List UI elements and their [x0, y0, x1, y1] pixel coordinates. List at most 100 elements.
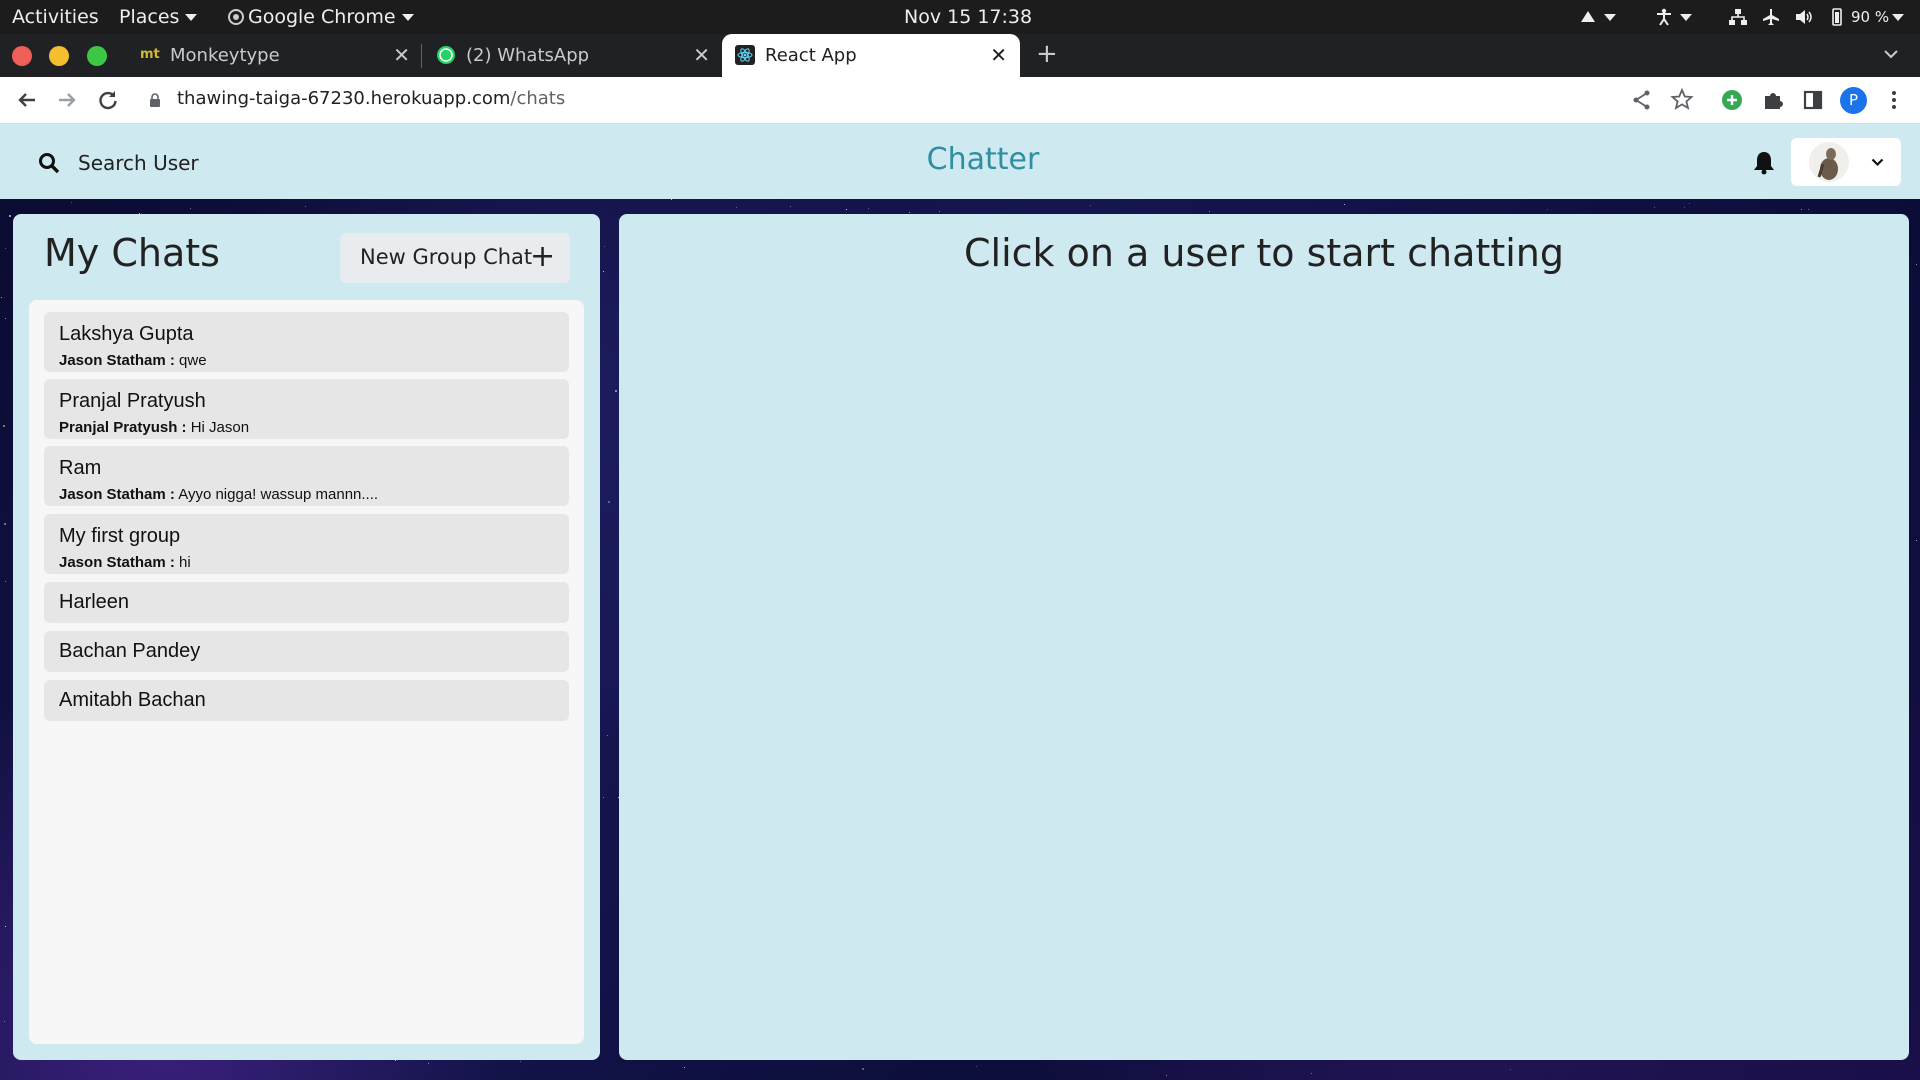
star-dot [5, 318, 6, 319]
close-icon[interactable]: ✕ [393, 43, 410, 67]
chat-last-sender: Jason Statham : [59, 352, 175, 369]
star-dot [790, 206, 791, 207]
star-dot [615, 390, 617, 392]
chat-last-message: Jason Statham : qwe [59, 352, 207, 369]
address-bar[interactable]: thawing-taiga-67230.herokuapp.com/chats [177, 88, 565, 109]
extensions-puzzle-icon[interactable] [1759, 86, 1787, 114]
system-top-bar: Activities Places Google Chrome Nov 15 1… [0, 0, 1920, 34]
clock[interactable]: Nov 15 17:38 [904, 0, 1032, 34]
chat-list: Lakshya Gupta Jason Statham : qwe Pranja… [29, 300, 584, 1044]
new-tab-icon[interactable]: + [1036, 39, 1058, 69]
bookmark-star-icon[interactable] [1668, 86, 1696, 114]
tab-title: React App [765, 45, 857, 66]
chat-last-message: Jason Statham : hi [59, 554, 191, 571]
star-dot [1916, 540, 1917, 541]
browser-toolbar: thawing-taiga-67230.herokuapp.com/chats … [0, 77, 1920, 124]
window-close-button[interactable] [12, 46, 32, 66]
chat-name: My first group [59, 525, 181, 547]
forward-arrow-icon[interactable] [53, 86, 81, 114]
chat-item[interactable]: My first group Jason Statham : hi [44, 514, 569, 574]
lock-icon[interactable] [149, 93, 161, 108]
kebab-menu-icon[interactable] [1880, 86, 1908, 114]
star-dot [862, 1068, 864, 1070]
chat-last-message: Jason Statham : Ayyo nigga! wassup mannn… [59, 486, 378, 503]
star-dot [3, 425, 5, 427]
notification-bell-icon[interactable] [1753, 150, 1775, 175]
close-icon[interactable]: ✕ [693, 43, 710, 67]
app-menu[interactable]: Google Chrome [228, 0, 414, 34]
star-dot [909, 212, 910, 213]
chat-item[interactable]: Amitabh Bachan [44, 680, 569, 721]
url-host: thawing-taiga-67230.herokuapp.com [177, 88, 511, 109]
page-background: Search User Chatter My Chats New Group C… [0, 124, 1920, 1080]
star-dot [603, 797, 604, 798]
wired-network-icon[interactable] [1728, 8, 1748, 26]
profile-menu-button[interactable] [1791, 138, 1901, 186]
chevron-down-icon[interactable] [1604, 14, 1616, 21]
active-tab-content: React App ✕ [735, 34, 1007, 77]
star-dot [604, 246, 605, 247]
volume-icon[interactable] [1794, 8, 1814, 26]
chat-item[interactable]: Bachan Pandey [44, 631, 569, 672]
chat-item[interactable]: Harleen [44, 582, 569, 623]
extension-plus-icon[interactable] [1718, 86, 1746, 114]
new-group-chat-button[interactable]: New Group Chat + [340, 233, 570, 283]
activities-button[interactable]: Activities [12, 0, 99, 34]
profile-avatar[interactable]: P [1840, 87, 1867, 114]
star-dot [1684, 207, 1685, 208]
accessibility-icon[interactable] [1654, 8, 1674, 26]
battery-icon[interactable] [1827, 8, 1847, 26]
chevron-down-icon[interactable] [1680, 14, 1692, 21]
star-dot [736, 207, 737, 208]
star-dot [607, 735, 608, 736]
avatar [1809, 142, 1849, 182]
chat-area: Click on a user to start chatting [619, 214, 1909, 1060]
tab-react-app[interactable]: React App ✕ [722, 34, 1020, 77]
reload-icon[interactable] [94, 86, 122, 114]
app-header: Search User Chatter [0, 124, 1920, 199]
star-dot [1311, 1073, 1312, 1074]
star-dot [1654, 207, 1655, 208]
chat-item[interactable]: Pranjal Pratyush Pranjal Pratyush : Hi J… [44, 379, 569, 439]
star-dot [520, 1061, 521, 1062]
tab-title: (2) WhatsApp [466, 45, 590, 66]
star-dot [305, 206, 306, 207]
chevron-down-icon [1871, 158, 1884, 167]
chat-name: Lakshya Gupta [59, 323, 194, 345]
star-dot [671, 199, 672, 200]
star-dot [190, 208, 191, 209]
chat-item[interactable]: Lakshya Gupta Jason Statham : qwe [44, 312, 569, 372]
tab-search-chevron-icon[interactable] [1884, 49, 1898, 59]
star-dot [1090, 205, 1091, 206]
side-panel-icon[interactable] [1799, 86, 1827, 114]
star-dot [868, 208, 869, 209]
chevron-down-icon[interactable] [1892, 14, 1904, 21]
close-icon[interactable]: ✕ [990, 43, 1007, 67]
network-up-icon[interactable] [1578, 8, 1598, 26]
star-dot [428, 1063, 429, 1064]
battery-percentage[interactable]: 90 % [1851, 0, 1889, 34]
star-dot [1808, 209, 1809, 210]
back-arrow-icon[interactable] [13, 86, 41, 114]
airplane-mode-icon[interactable] [1761, 8, 1781, 26]
tab-title: Monkeytype [170, 45, 280, 66]
my-chats-panel: My Chats New Group Chat + Lakshya Gupta … [13, 214, 600, 1060]
window-maximize-button[interactable] [87, 46, 107, 66]
star-dot [684, 1067, 685, 1068]
chat-name: Pranjal Pratyush [59, 390, 206, 412]
chat-item[interactable]: Ram Jason Statham : Ayyo nigga! wassup m… [44, 446, 569, 506]
chat-name: Ram [59, 457, 102, 479]
plus-icon: + [530, 239, 556, 274]
share-icon[interactable] [1628, 86, 1656, 114]
window-minimize-button[interactable] [49, 46, 69, 66]
tab-monkeytype[interactable]: mt Monkeytype ✕ [140, 34, 410, 77]
star-dot [846, 209, 847, 210]
tab-whatsapp[interactable]: (2) WhatsApp ✕ [436, 34, 710, 77]
star-dot [1166, 1075, 1167, 1076]
places-menu[interactable]: Places [119, 0, 198, 34]
chat-last-sender: Pranjal Pratyush : [59, 419, 187, 436]
chat-last-text: Hi Jason [190, 419, 250, 436]
star-dot [9, 215, 11, 217]
star-dot [603, 271, 604, 272]
chevron-down-icon [401, 14, 414, 21]
